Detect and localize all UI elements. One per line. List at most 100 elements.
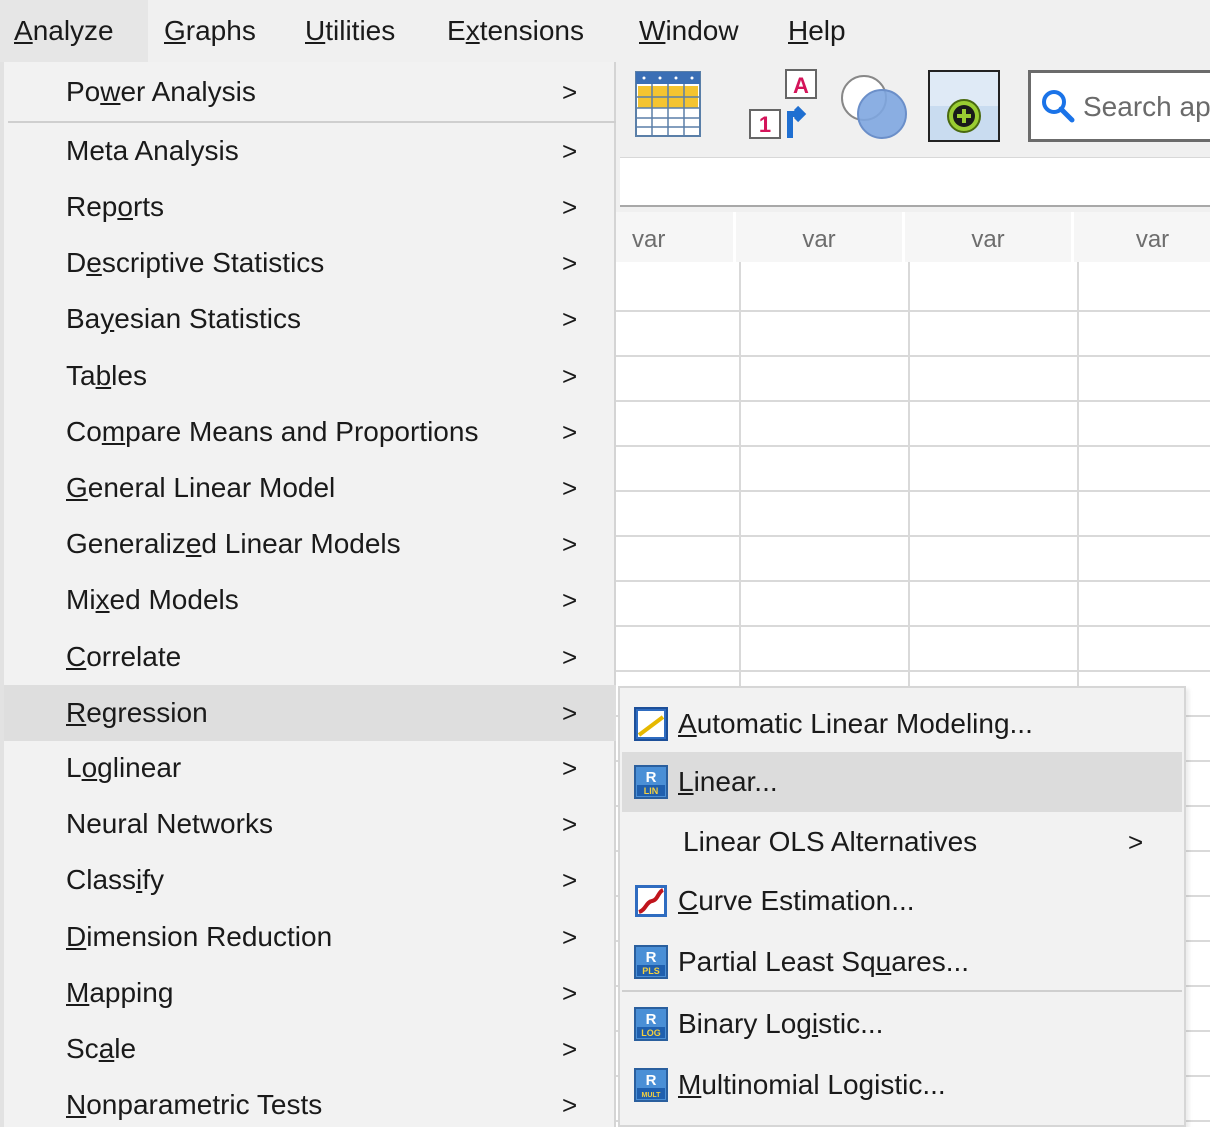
column-header[interactable]: var — [612, 212, 736, 262]
submenu-item-partial-least-squares[interactable]: R PLS Partial Least Squares... — [622, 932, 1182, 992]
menu-item-correlate[interactable]: Correlate > — [4, 629, 616, 685]
menu-item-label: Compare Means and Proportions — [66, 416, 479, 447]
menu-item-regression[interactable]: Regression > — [4, 685, 616, 741]
menu-item-label: Tables — [66, 360, 147, 391]
menu-item-label: Regression — [66, 697, 208, 728]
add-extension-icon[interactable] — [928, 70, 1000, 142]
submenu-item-label: Linear... — [678, 766, 778, 797]
submenu-item-label: Automatic Linear Modeling... — [678, 708, 1033, 739]
submenu-item-automatic-linear-modeling[interactable]: Automatic Linear Modeling... — [622, 694, 1182, 754]
grid-row-line — [612, 625, 1210, 627]
submenu-arrow-icon: > — [1128, 827, 1144, 857]
submenu-item-label: Partial Least Squares... — [678, 946, 970, 977]
menu-item-classify[interactable]: Classify > — [4, 852, 616, 908]
menu-item-label: Dimension Reduction — [66, 921, 333, 952]
svg-text:LIN: LIN — [644, 786, 659, 796]
menu-graphs[interactable]: Graphs — [150, 0, 270, 62]
svg-text:MULT: MULT — [642, 1092, 662, 1099]
submenu-item-label: Curve Estimation... — [678, 885, 915, 916]
menu-item-descriptive-statistics[interactable]: Descriptive Statistics > — [4, 235, 616, 291]
submenu-arrow-icon: > — [562, 473, 578, 503]
data-view-icon[interactable] — [634, 70, 704, 140]
menu-analyze[interactable]: Analyze — [0, 0, 148, 62]
menu-item-nonparametric-tests[interactable]: Nonparametric Tests > — [4, 1077, 616, 1127]
submenu-arrow-icon: > — [562, 1090, 578, 1120]
submenu-arrow-icon: > — [562, 304, 578, 334]
menu-item-label: Power Analysis — [66, 76, 256, 107]
menu-item-compare-means-and-proportions[interactable]: Compare Means and Proportions > — [4, 404, 616, 460]
column-header[interactable]: var — [1074, 212, 1210, 262]
menu-item-mapping[interactable]: Mapping > — [4, 965, 616, 1021]
regression-submenu: Automatic Linear Modeling... R LIN Linear..… — [618, 686, 1186, 1127]
grid-row-line — [612, 445, 1210, 447]
menu-item-tables[interactable]: Tables > — [4, 348, 616, 404]
svg-text:R: R — [646, 949, 657, 966]
submenu-item-label: Binary Logistic... — [678, 1008, 884, 1039]
submenu-arrow-icon: > — [562, 192, 578, 222]
menu-item-label: Reports — [66, 191, 165, 222]
menu-item-neural-networks[interactable]: Neural Networks > — [4, 796, 616, 852]
svg-text:R: R — [646, 769, 657, 786]
menu-help[interactable]: Help — [774, 0, 860, 62]
menu-item-label: Bayesian Statistics — [66, 303, 301, 334]
menu-item-label: Nonparametric Tests — [66, 1089, 323, 1120]
submenu-item-linear-ols-alternatives[interactable]: Linear OLS Alternatives > — [622, 812, 1182, 872]
menu-item-loglinear[interactable]: Loglinear > — [4, 740, 616, 796]
menu-item-power-analysis[interactable]: Power Analysis > — [4, 64, 616, 120]
submenu-arrow-icon: > — [562, 978, 578, 1008]
grid-row-line — [612, 490, 1210, 492]
svg-text:R: R — [646, 1072, 657, 1089]
analyze-menu: Power Analysis > Meta Analysis > Reports > Des… — [0, 62, 616, 1127]
value-labels-icon[interactable]: A 1 — [746, 68, 822, 144]
submenu-item-label: Linear OLS Alternatives — [683, 826, 978, 857]
submenu-item-linear[interactable]: R LIN Linear... — [622, 752, 1182, 812]
menu-item-label: Meta Analysis — [66, 135, 239, 166]
submenu-arrow-icon: > — [562, 417, 578, 447]
search-box[interactable]: Search ap — [1028, 70, 1210, 142]
column-header[interactable]: var — [905, 212, 1074, 262]
menu-item-mixed-models[interactable]: Mixed Models > — [4, 572, 616, 628]
grid-row-line — [612, 535, 1210, 537]
submenu-item-multinomial-logistic[interactable]: R MULT Multinomial Logistic... — [622, 1055, 1182, 1115]
grid-row-line — [612, 580, 1210, 582]
svg-text:R: R — [646, 1011, 657, 1028]
menu-extensions[interactable]: Extensions — [433, 0, 598, 62]
menu-utilities[interactable]: Utilities — [291, 0, 409, 62]
menu-item-scale[interactable]: Scale > — [4, 1021, 616, 1077]
submenu-arrow-icon: > — [562, 865, 578, 895]
submenu-arrow-icon: > — [562, 585, 578, 615]
menu-item-reports[interactable]: Reports > — [4, 179, 616, 235]
submenu-arrow-icon: > — [562, 248, 578, 278]
search-input[interactable]: Search ap — [1083, 91, 1210, 123]
menu-separator — [622, 990, 1182, 992]
r-mult-icon: R MULT — [634, 1068, 668, 1102]
menu-window[interactable]: Window — [625, 0, 753, 62]
use-sets-icon[interactable] — [836, 68, 912, 144]
menu-item-label: Loglinear — [66, 752, 182, 783]
submenu-arrow-icon: > — [562, 529, 578, 559]
r-log-icon: RLOG — [634, 1007, 668, 1041]
menu-item-general-linear-model[interactable]: General Linear Model > — [4, 460, 616, 516]
svg-text:A: A — [793, 73, 809, 98]
grid-row-line — [612, 355, 1210, 357]
menu-item-label: Descriptive Statistics — [66, 247, 325, 278]
menu-item-label: Generalized Linear Models — [66, 528, 401, 559]
menu-item-bayesian-statistics[interactable]: Bayesian Statistics > — [4, 291, 616, 347]
menu-item-label: Mapping — [66, 977, 174, 1008]
menu-item-label: Neural Networks — [66, 808, 273, 839]
cell-value-bar[interactable] — [620, 157, 1210, 207]
submenu-arrow-icon: > — [562, 809, 578, 839]
menu-item-meta-analysis[interactable]: Meta Analysis > — [4, 123, 616, 179]
menu-item-label: General Linear Model — [66, 472, 336, 503]
submenu-item-binary-logistic[interactable]: R LOG Binary Logistic... — [622, 994, 1182, 1054]
menu-item-label: Mixed Models — [66, 584, 239, 615]
menu-item-label: Correlate — [66, 641, 182, 672]
submenu-item-curve-estimation[interactable]: Curve Estimation... — [622, 871, 1182, 931]
menu-item-dimension-reduction[interactable]: Dimension Reduction > — [4, 909, 616, 965]
submenu-arrow-icon: > — [562, 753, 578, 783]
menu-item-generalized-linear-models[interactable]: Generalized Linear Models > — [4, 516, 616, 572]
menu-bar: Analyze Graphs Utilities Extensions Wind… — [0, 0, 1210, 62]
submenu-item-label: Multinomial Logistic... — [678, 1069, 946, 1100]
submenu-arrow-icon: > — [562, 1034, 578, 1064]
column-header[interactable]: var — [736, 212, 905, 262]
